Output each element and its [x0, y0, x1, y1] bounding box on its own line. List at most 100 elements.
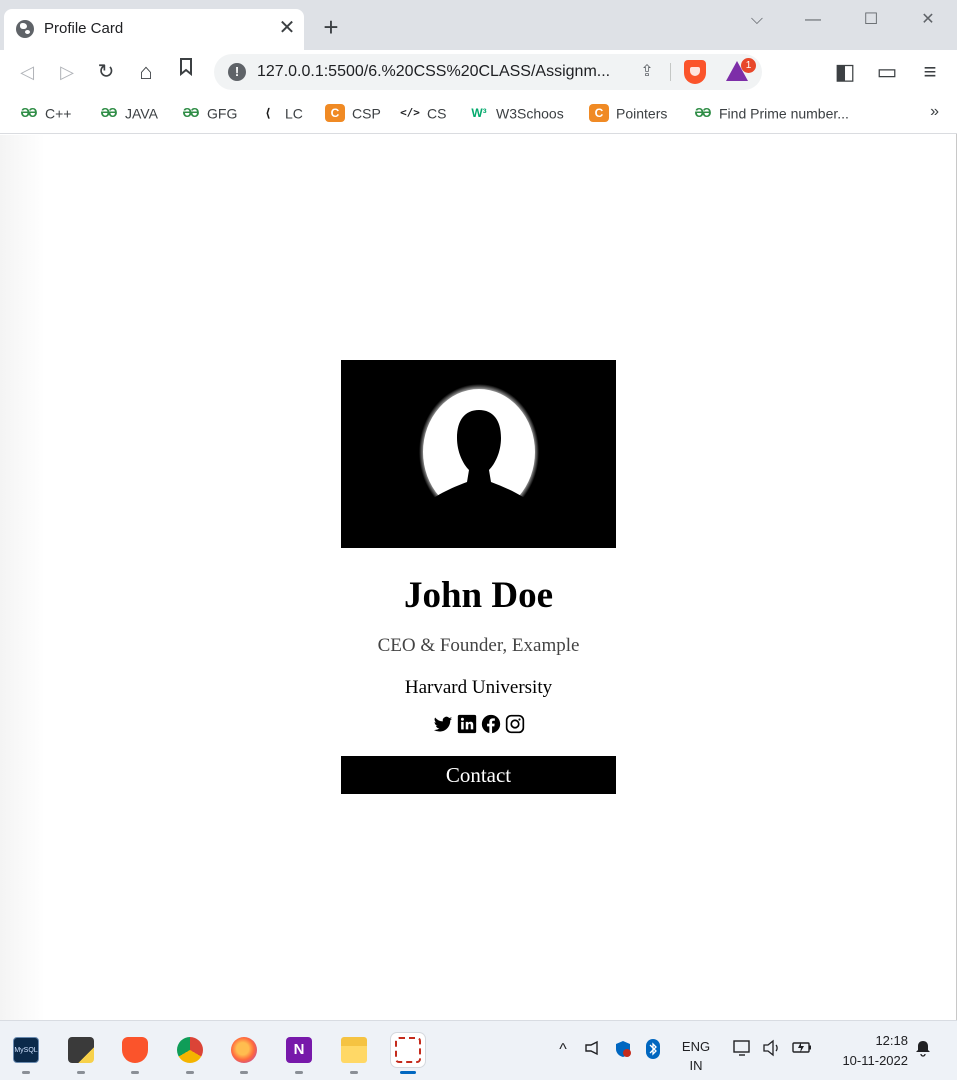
active-indicator: [400, 1071, 416, 1074]
close-window-button[interactable]: ✕: [905, 6, 951, 36]
network-icon[interactable]: [731, 1039, 753, 1061]
sticky-notes-icon: [68, 1037, 94, 1063]
taskbar-snipping-tool[interactable]: [391, 1033, 425, 1074]
taskbar-firefox[interactable]: [227, 1033, 261, 1074]
browser-window: Profile Card ✕ + ⌵ — ☐ ✕ ◁ ▷ ↻ ⌂ ! 127.0…: [0, 0, 957, 1020]
shield-icon: [616, 1041, 631, 1057]
minimize-button[interactable]: —: [790, 6, 836, 36]
facebook-icon[interactable]: [481, 714, 501, 734]
bookmark-page-button[interactable]: [172, 58, 200, 86]
profile-card: John Doe CEO & Founder, Example Harvard …: [341, 360, 616, 794]
megaphone-icon: [585, 1040, 598, 1056]
bookmarks-overflow-button[interactable]: »: [930, 103, 939, 121]
taskbar-chrome[interactable]: [173, 1033, 207, 1074]
bookmark-pointers[interactable]: C Pointers: [589, 104, 667, 124]
volume-icon[interactable]: [761, 1039, 783, 1061]
tab-close-icon[interactable]: ✕: [276, 17, 298, 39]
taskbar-onenote[interactable]: N: [282, 1033, 316, 1074]
brave-icon: [122, 1037, 148, 1063]
title-bar: Profile Card ✕ + ⌵ — ☐ ✕: [0, 0, 957, 50]
new-tab-button[interactable]: +: [318, 14, 344, 40]
bookmarks-bar: ƏƏ C++ ƏƏ JAVA ƏƏ GFG ⟨ LC C CSP </> CS W³ W3Sc…: [0, 94, 957, 134]
bookmark-w3schools[interactable]: W³ W3Schoos: [469, 104, 564, 124]
snipping-tool-icon: [395, 1037, 421, 1063]
profile-title: CEO & Founder, Example: [377, 635, 580, 656]
back-button[interactable]: ◁: [13, 58, 41, 86]
chrome-icon: [177, 1037, 203, 1063]
url-text[interactable]: 127.0.0.1:5500/6.%20CSS%20CLASS/Assignm.…: [257, 63, 610, 81]
codechef-icon: C: [325, 104, 345, 123]
contact-button[interactable]: Contact: [341, 756, 616, 794]
gfg-icon: ƏƏ: [100, 105, 118, 121]
gfg-icon: ƏƏ: [182, 105, 200, 121]
twitter-icon[interactable]: [433, 714, 453, 734]
bookmark-lc[interactable]: ⟨ LC: [258, 104, 303, 124]
bookmark-icon: [180, 58, 192, 77]
profile-photo: [341, 360, 616, 548]
codechef-icon: C: [589, 104, 609, 123]
bookmark-find-prime[interactable]: ƏƏ Find Prime number...: [692, 104, 849, 124]
bookmark-csp[interactable]: C CSP: [325, 104, 381, 124]
taskbar: MySQL N ^ ENG IN 12:18 10-11-2022: [0, 1020, 957, 1080]
bookmark-gfg[interactable]: ƏƏ GFG: [180, 104, 238, 124]
battery-icon[interactable]: [791, 1039, 813, 1061]
bookmark-label: Pointers: [616, 105, 668, 122]
taskbar-brave[interactable]: [118, 1033, 152, 1074]
bookmark-label: CS: [427, 105, 447, 122]
monitor-icon: [733, 1040, 750, 1056]
region-code: IN: [689, 1058, 703, 1073]
bookmark-cs[interactable]: </> CS: [400, 104, 446, 124]
profile-school: Harvard University: [404, 677, 553, 698]
gfg-icon: ƏƏ: [20, 105, 38, 121]
clock-time: 12:18: [875, 1033, 908, 1048]
file-explorer-icon: [341, 1037, 367, 1063]
speaker-icon: [763, 1039, 778, 1057]
notification-center-icon[interactable]: [912, 1039, 934, 1061]
mysql-icon: MySQL: [13, 1037, 39, 1063]
address-bar[interactable]: ! 127.0.0.1:5500/6.%20CSS%20CLASS/Assign…: [214, 54, 762, 90]
taskbar-sticky-notes[interactable]: [64, 1033, 98, 1074]
bookmark-label: CSP: [352, 105, 381, 122]
tray-chevron-icon[interactable]: ^: [552, 1039, 574, 1061]
running-indicator: [22, 1071, 30, 1074]
brave-shields-icon[interactable]: [684, 60, 706, 84]
sidebar-toggle-button[interactable]: ◧: [831, 58, 859, 86]
social-links: [341, 714, 616, 736]
maximize-button[interactable]: ☐: [848, 6, 894, 36]
notification-icon[interactable]: [582, 1039, 604, 1061]
tab-profile-card[interactable]: Profile Card ✕: [4, 9, 304, 50]
forward-button[interactable]: ▷: [53, 58, 81, 86]
bell-icon: [916, 1041, 930, 1057]
tab-search-chevron-icon[interactable]: ⌵: [734, 6, 780, 36]
language-indicator[interactable]: ENG IN: [676, 1037, 716, 1075]
share-icon[interactable]: ⇪: [636, 61, 658, 83]
system-clock[interactable]: 12:18 10-11-2022: [826, 1031, 908, 1071]
reload-button[interactable]: ↻: [92, 58, 120, 86]
running-indicator: [131, 1071, 139, 1074]
bookmark-cpp[interactable]: ƏƏ C++: [18, 104, 72, 124]
tab-title: Profile Card: [44, 20, 124, 37]
bookmark-label: C++: [45, 105, 72, 122]
security-icon[interactable]: [612, 1039, 634, 1061]
taskbar-file-explorer[interactable]: [337, 1033, 371, 1074]
taskbar-mysql[interactable]: MySQL: [9, 1033, 43, 1074]
menu-button[interactable]: ≡: [916, 58, 944, 86]
bluetooth-icon[interactable]: [642, 1039, 664, 1061]
bookmark-java[interactable]: ƏƏ JAVA: [98, 104, 158, 124]
language-code: ENG: [681, 1039, 711, 1054]
globe-icon: [16, 20, 34, 38]
home-button[interactable]: ⌂: [132, 58, 160, 86]
w3schools-icon: W³: [471, 106, 487, 121]
clock-date: 10-11-2022: [842, 1053, 908, 1068]
bookmark-label: W3Schoos: [496, 105, 564, 122]
running-indicator: [240, 1071, 248, 1074]
site-info-icon[interactable]: !: [228, 63, 246, 81]
address-bar-divider: [670, 63, 671, 81]
onenote-icon: N: [286, 1037, 312, 1063]
running-indicator: [295, 1071, 303, 1074]
instagram-icon[interactable]: [505, 714, 525, 734]
wallet-button[interactable]: ▭: [873, 58, 901, 86]
linkedin-icon[interactable]: [457, 714, 477, 734]
browser-toolbar: ◁ ▷ ↻ ⌂ ! 127.0.0.1:5500/6.%20CSS%20CLAS…: [0, 50, 957, 94]
bookmark-label: GFG: [207, 105, 238, 122]
